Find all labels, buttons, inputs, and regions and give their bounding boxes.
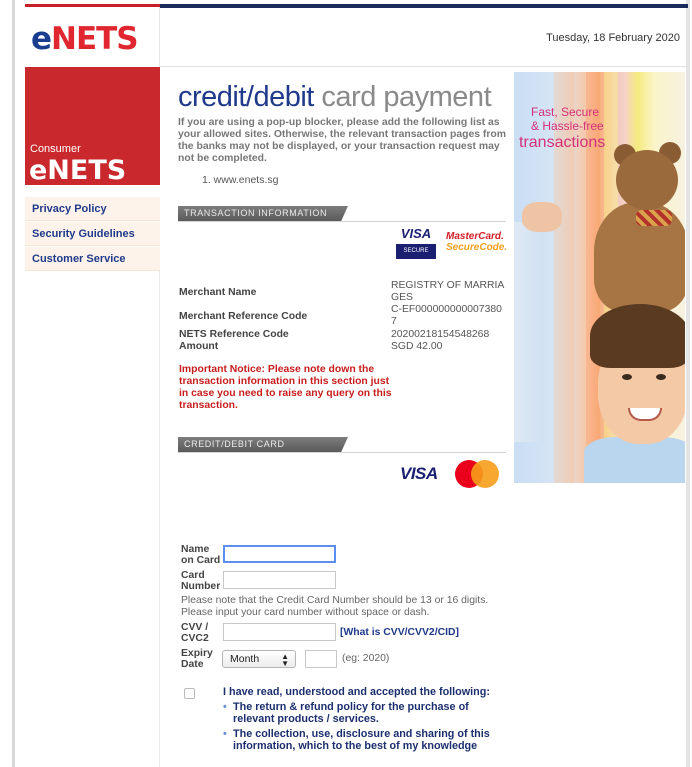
sidebar-link-privacy-policy[interactable]: Privacy Policy <box>25 197 160 221</box>
promo-child-shirt <box>584 437 685 483</box>
terms-item-refund-policy: The return & refund policy for the purch… <box>223 701 508 725</box>
nets-reference-value: 20200218154548268 <box>391 329 490 340</box>
card-number-label-line1: Card <box>181 570 205 581</box>
promo-tagline-line1: Fast, Secure <box>531 105 600 119</box>
card-number-format-note: Please input your card number without sp… <box>181 607 430 618</box>
cvv-label: CVV / CVC2 <box>181 622 209 644</box>
sidebar-background <box>25 268 160 767</box>
promo-teddy-bear-bow <box>636 210 672 226</box>
expiry-month-select[interactable]: Month ▲ ▼ <box>222 650 296 668</box>
terms-heading: I have read, understood and accepted the… <box>223 686 490 698</box>
cvv-label-line1: CVV / <box>181 622 209 633</box>
cvv-label-line2: CVC2 <box>181 633 209 644</box>
allowed-site-item: 1. www.enets.sg <box>202 174 279 186</box>
securecode-logo-text: SecureCode. <box>446 242 508 253</box>
expiry-month-value: Month <box>230 653 260 665</box>
promo-tagline-line2: & Hassle-free <box>531 119 604 133</box>
promo-child-hair <box>590 304 685 368</box>
promo-child-eye <box>656 374 666 380</box>
terms-item-data-collection: The collection, use, disclosure and shar… <box>223 728 508 752</box>
popup-blocker-notice: If you are using a pop-up blocker, pleas… <box>178 117 506 164</box>
logo-e: e <box>31 21 52 57</box>
visa-secure-badge: SECURE <box>396 244 436 259</box>
what-is-cvv-link[interactable]: [What is CVV/CVV2/CID] <box>340 627 459 638</box>
mastercard-card-logo <box>455 460 499 488</box>
promo-banner: Fast, Secure & Hassle-free transactions <box>514 72 685 483</box>
logo-cell: eNETS <box>25 7 160 67</box>
mastercard-securecode-logo: MasterCard. SecureCode. <box>446 231 508 253</box>
card-number-label-line2: Number <box>181 581 221 592</box>
promo-tagline: Fast, Secure & Hassle-free <box>531 105 604 133</box>
page-title-strong: credit/debit <box>178 81 314 113</box>
name-on-card-label-line1: Name <box>181 544 210 555</box>
nets-reference-label: NETS Reference Code <box>179 329 289 340</box>
amount-value: SGD 42.00 <box>391 341 443 352</box>
select-arrows-icon: ▲ ▼ <box>281 652 289 668</box>
accept-terms-checkbox[interactable] <box>184 688 195 699</box>
card-info-section-header: CREDIT/DEBIT CARD INFORMATION <box>178 437 348 452</box>
merchant-name-label: Merchant Name <box>179 287 257 298</box>
main-content: credit/debit card payment If you are usi… <box>178 80 508 186</box>
card-number-input[interactable] <box>223 571 336 589</box>
promo-teddy-bear-head <box>616 150 678 210</box>
expiry-year-hint: (eg: 2020) <box>342 653 390 664</box>
cvv-input[interactable] <box>223 623 336 641</box>
name-on-card-input[interactable] <box>223 545 336 563</box>
verified-by-visa-logo: VISA SECURE <box>396 226 436 260</box>
header-divider <box>160 66 688 67</box>
merchant-name-value: REGISTRY OF MARRIAGES <box>391 280 505 303</box>
expiry-date-label-line2: Date <box>181 659 204 670</box>
expiry-date-label: Expiry Date <box>181 648 213 670</box>
card-number-label: Card Number <box>181 570 220 592</box>
name-on-card-label: Name on Card <box>181 544 220 566</box>
transaction-info-divider <box>178 221 506 222</box>
visa-logo-text: VISA <box>400 226 432 241</box>
mastercard-logo-text: MasterCard. <box>446 231 504 242</box>
window-frame-right <box>686 0 690 767</box>
merchant-reference-value: C-EF0000000000073807 <box>391 304 502 327</box>
card-info-divider <box>178 452 506 453</box>
important-notice: Important Notice: Please note down the t… <box>179 364 392 411</box>
merchant-reference-label: Merchant Reference Code <box>179 311 308 322</box>
visa-card-logo: VISA <box>400 464 438 483</box>
promo-child-arm <box>514 222 544 442</box>
sidebar-link-customer-service[interactable]: Customer Service <box>25 247 160 271</box>
logo-nets: NETS <box>51 21 139 57</box>
sidebar-link-security-guidelines[interactable]: Security Guidelines <box>25 222 160 246</box>
promo-child-hand <box>522 202 562 232</box>
terms-block: I have read, understood and accepted the… <box>223 686 508 752</box>
header-date: Tuesday, 18 February 2020 <box>546 32 680 44</box>
promo-child-eye <box>622 374 632 380</box>
page-title: credit/debit card payment <box>178 80 508 114</box>
expiry-date-label-line1: Expiry <box>181 648 213 659</box>
header-accent-navy <box>160 4 688 8</box>
brand-consumer-label: Consumer <box>30 143 81 155</box>
window-frame-left <box>12 0 15 767</box>
name-on-card-label-line2: on Card <box>181 555 221 566</box>
brand-enets-label: eNETS <box>29 155 127 186</box>
terms-list: The return & refund policy for the purch… <box>223 701 508 752</box>
page-title-light: card payment <box>321 81 492 113</box>
promo-headline: transactions <box>519 134 606 151</box>
mastercard-orange-circle <box>471 460 499 488</box>
expiry-year-input[interactable] <box>305 650 337 668</box>
amount-label: Amount <box>179 341 219 352</box>
card-number-length-note: Please note that the Credit Card Number … <box>181 595 489 606</box>
transaction-info-section-header: TRANSACTION INFORMATION <box>178 206 348 221</box>
enets-logo[interactable]: eNETS <box>31 21 139 57</box>
consumer-enets-brand: Consumer eNETS <box>25 67 160 186</box>
sidebar: Consumer eNETS Privacy Policy Security G… <box>25 67 160 271</box>
